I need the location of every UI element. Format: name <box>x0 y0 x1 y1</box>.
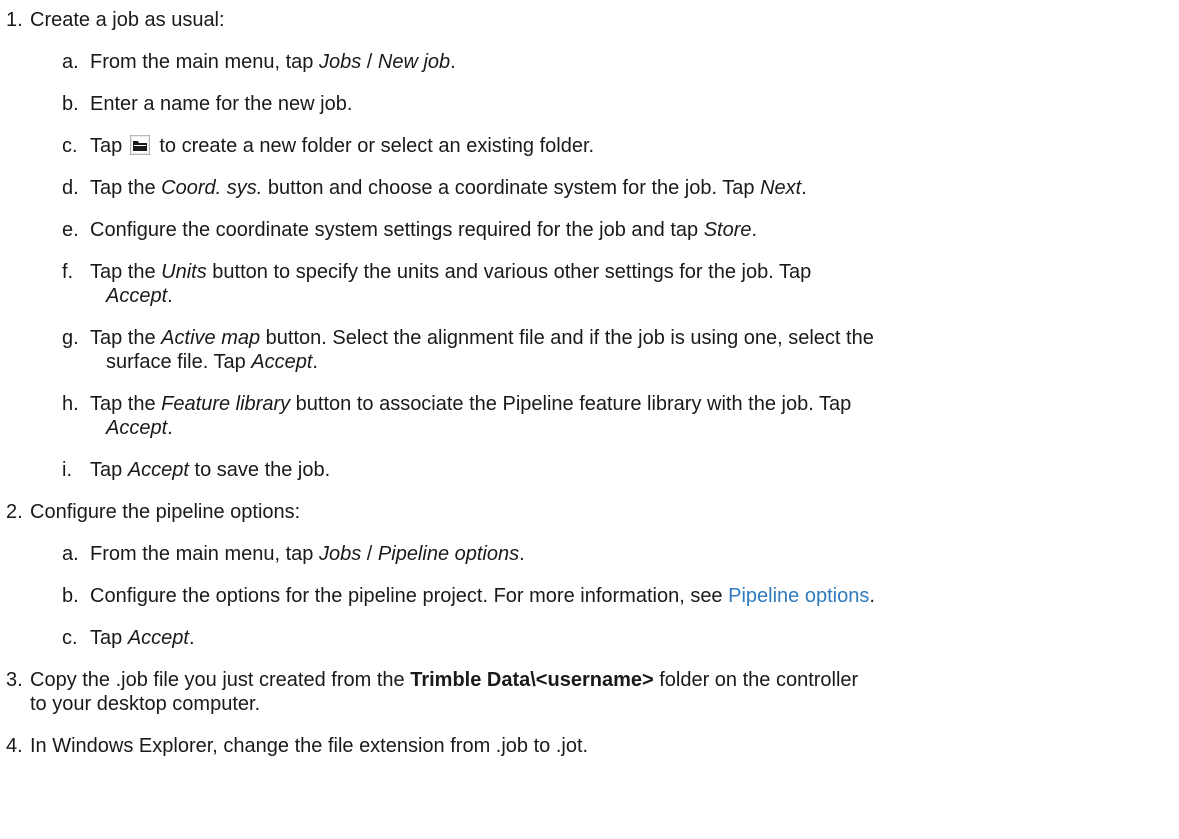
substep-1a: a. From the main menu, tap Jobs / New jo… <box>0 50 1179 74</box>
pipeline-options-term: Pipeline options <box>377 543 520 565</box>
substep-letter: f. <box>62 261 74 283</box>
step-text: Configure the pipeline options: <box>30 501 301 523</box>
accept-term: Accept <box>106 417 168 439</box>
substep-2b: b. Configure the options for the pipelin… <box>0 584 1179 608</box>
substep-text: button to associate the Pipeline feature… <box>290 393 852 415</box>
next-term: Next <box>760 177 802 199</box>
substep-1b: b. Enter a name for the new job. <box>0 92 1179 116</box>
substep-letter: c. <box>62 627 78 649</box>
substep-letter: c. <box>62 135 78 157</box>
substep-1h-continued: Accept. <box>0 416 1179 440</box>
substep-letter: i. <box>62 459 72 481</box>
menu-jobs-term: Jobs <box>318 543 362 565</box>
active-map-term: Active map <box>161 327 261 349</box>
substep-text: Tap <box>90 459 128 481</box>
substep-1f-continued: Accept. <box>0 284 1179 308</box>
accept-term: Accept <box>127 627 189 649</box>
step-number: 4. <box>6 735 23 757</box>
substep-1g: g. Tap the Active map button. Select the… <box>0 326 1179 350</box>
substep-text: surface file. Tap <box>106 351 252 373</box>
coord-sys-term: Coord. sys. <box>161 177 263 199</box>
separator-text: / <box>361 51 378 73</box>
substep-letter: g. <box>62 327 79 349</box>
instructions-document: 1. Create a job as usual: a. From the ma… <box>0 0 1179 758</box>
step-text: to your desktop computer. <box>30 693 261 715</box>
substep-1h: h. Tap the Feature library button to ass… <box>0 392 1179 416</box>
substep-text: button and choose a coordinate system fo… <box>262 177 761 199</box>
period-text: . <box>167 417 173 439</box>
substep-letter: a. <box>62 51 79 73</box>
step-2: 2. Configure the pipeline options: <box>0 500 1179 524</box>
substep-text: button to specify the units and various … <box>206 261 812 283</box>
separator-text: / <box>361 543 378 565</box>
substep-letter: e. <box>62 219 79 241</box>
substep-letter: a. <box>62 543 79 565</box>
accept-term: Accept <box>251 351 313 373</box>
period-text: . <box>188 627 195 649</box>
period-text: . <box>312 351 318 373</box>
step-4: 4. In Windows Explorer, change the file … <box>0 734 1179 758</box>
substep-1g-continued: surface file. Tap Accept. <box>0 350 1179 374</box>
substep-2a: a. From the main menu, tap Jobs / Pipeli… <box>0 542 1179 566</box>
step-number: 2. <box>6 501 23 523</box>
substep-text-continued: to create a new folder or select an exis… <box>159 135 595 157</box>
substep-text: Tap the <box>90 261 162 283</box>
pipeline-options-link[interactable]: Pipeline options <box>728 585 869 607</box>
period-text: . <box>519 543 525 565</box>
substep-text: Configure the coordinate system settings… <box>90 219 704 241</box>
step-3-continued: to your desktop computer. <box>0 692 1179 716</box>
substep-1e: e. Configure the coordinate system setti… <box>0 218 1179 242</box>
substep-text: Tap <box>90 135 123 157</box>
folder-icon <box>129 135 150 155</box>
substep-1i: i. Tap Accept to save the job. <box>0 458 1179 482</box>
step-text: Copy the .job file you just created from… <box>30 669 411 691</box>
substep-text: From the main menu, tap <box>90 51 319 73</box>
substep-text: Configure the options for the pipeline p… <box>90 585 729 607</box>
substep-letter: h. <box>62 393 79 415</box>
accept-term: Accept <box>127 459 189 481</box>
menu-jobs-term: Jobs <box>318 51 362 73</box>
substep-1d: d. Tap the Coord. sys. button and choose… <box>0 176 1179 200</box>
period-text: . <box>450 51 456 73</box>
substep-letter: b. <box>62 585 79 607</box>
step-number: 3. <box>6 669 23 691</box>
step-text: folder on the controller <box>653 669 859 691</box>
period-text: . <box>751 219 758 241</box>
step-number: 1. <box>6 9 23 31</box>
substep-text: Tap the <box>90 177 162 199</box>
substep-text: Tap <box>90 627 128 649</box>
store-term: Store <box>703 219 752 241</box>
substep-letter: d. <box>62 177 79 199</box>
step-text: In Windows Explorer, change the file ext… <box>30 735 589 757</box>
menu-new-job-term: New job <box>377 51 451 73</box>
substep-text: From the main menu, tap <box>90 543 319 565</box>
substep-1f: f. Tap the Units button to specify the u… <box>0 260 1179 284</box>
accept-term: Accept <box>106 285 168 307</box>
step-1: 1. Create a job as usual: <box>0 8 1179 32</box>
folder-path: Trimble Data\<username> <box>410 669 654 691</box>
period-text: . <box>801 177 807 199</box>
substep-1c: c. Tap to create a new folder or select … <box>0 134 1179 158</box>
substep-2c: c. Tap Accept. <box>0 626 1179 650</box>
substep-text: to save the job. <box>188 459 331 481</box>
units-term: Units <box>161 261 207 283</box>
step-3: 3. Copy the .job file you just created f… <box>0 668 1179 692</box>
step-text: Create a job as usual: <box>30 9 225 31</box>
period-text: . <box>167 285 173 307</box>
substep-text: Tap the <box>90 327 162 349</box>
substep-text: Enter a name for the new job. <box>90 93 353 115</box>
substep-letter: b. <box>62 93 79 115</box>
period-text: . <box>869 585 875 607</box>
substep-text: button. Select the alignment file and if… <box>260 327 874 349</box>
substep-text: Tap the <box>90 393 162 415</box>
feature-library-term: Feature library <box>161 393 291 415</box>
